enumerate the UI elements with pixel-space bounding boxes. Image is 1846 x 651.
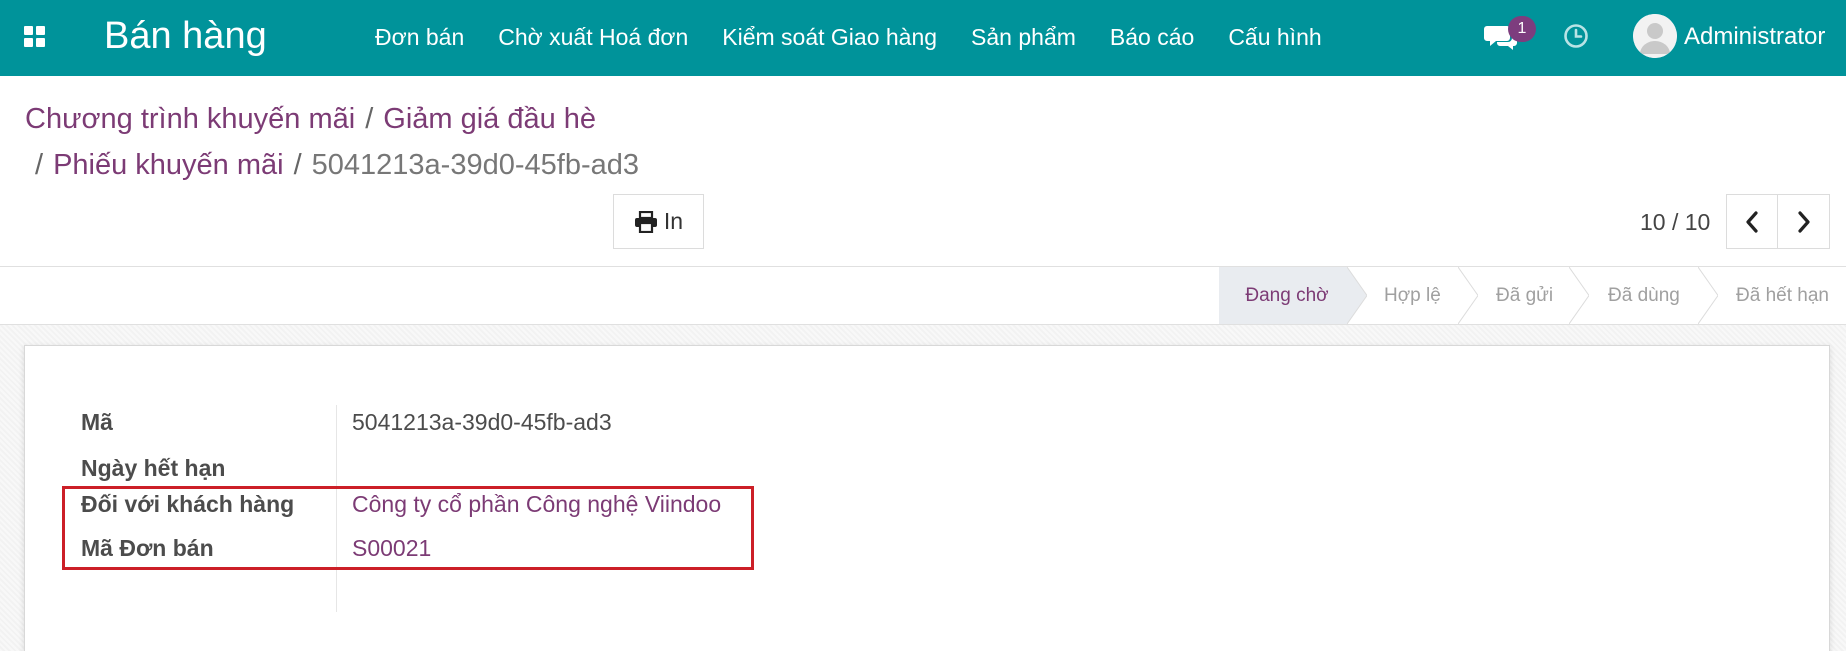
top-navbar: Bán hàng Đơn bán Chờ xuất Hoá đơn Kiểm s…: [0, 0, 1846, 76]
app-brand[interactable]: Bán hàng: [104, 12, 267, 60]
stage-sent[interactable]: Đã gửi: [1496, 267, 1553, 324]
breadcrumb: Chương trình khuyến mãi / Giảm giá đầu hè …: [25, 96, 725, 188]
user-menu[interactable]: Administrator: [1684, 22, 1825, 52]
menu-item-products[interactable]: Sản phẩm: [954, 22, 1093, 52]
menu-item-to-invoice[interactable]: Chờ xuất Hoá đơn: [481, 22, 705, 52]
print-label: In: [663, 208, 684, 234]
breadcrumb-promotion-programs[interactable]: Chương trình khuyến mãi: [25, 103, 355, 135]
field-label-expiration-date: Ngày hết hạn: [81, 455, 226, 481]
stage-pending[interactable]: Đang chờ: [1219, 267, 1347, 324]
menu-item-orders[interactable]: Đơn bán: [358, 22, 481, 52]
pager-next-button[interactable]: [1777, 194, 1830, 249]
pager-previous-button[interactable]: [1726, 194, 1778, 249]
apps-grid-icon[interactable]: [24, 26, 48, 50]
stage-arrow: [1347, 267, 1367, 324]
pager-value[interactable]: 10 / 10: [1640, 208, 1710, 236]
stage-arrow: [1458, 267, 1478, 324]
field-label-code: Mã: [81, 409, 113, 435]
clock-icon[interactable]: [1563, 23, 1589, 49]
main-menu: Đơn bán Chờ xuất Hoá đơn Kiểm soát Giao …: [358, 22, 1339, 52]
print-button[interactable]: In: [613, 194, 704, 249]
breadcrumb-current: 5041213a-39d0-45fb-ad3: [311, 149, 639, 181]
breadcrumb-separator: /: [365, 103, 374, 135]
user-avatar[interactable]: [1633, 14, 1677, 58]
menu-item-reports[interactable]: Báo cáo: [1093, 22, 1211, 52]
breadcrumb-summer-discount[interactable]: Giảm giá đầu hè: [383, 103, 596, 135]
stage-arrow: [1569, 267, 1589, 324]
breadcrumb-separator: /: [35, 149, 44, 181]
breadcrumb-separator: /: [293, 149, 302, 181]
stage-expired[interactable]: Đã hết hạn: [1736, 267, 1829, 324]
status-bar: Đang chờ Hợp lệ Đã gửi Đã dùng Đã hết hạ…: [0, 266, 1846, 325]
chat-badge: 1: [1508, 16, 1536, 42]
stage-used[interactable]: Đã dùng: [1608, 267, 1680, 324]
highlight-box: [62, 486, 754, 570]
printer-icon: [634, 210, 657, 233]
chevron-left-icon: [1746, 210, 1758, 233]
chevron-right-icon: [1797, 210, 1810, 233]
menu-item-delivery-control[interactable]: Kiểm soát Giao hàng: [705, 22, 954, 52]
stage-valid[interactable]: Hợp lệ: [1384, 267, 1441, 324]
avatar-icon: [1633, 14, 1677, 58]
menu-item-configuration[interactable]: Cấu hình: [1211, 22, 1338, 52]
breadcrumb-coupons[interactable]: Phiếu khuyến mãi: [53, 149, 284, 181]
stage-arrow: [1698, 267, 1718, 324]
field-value-code: 5041213a-39d0-45fb-ad3: [352, 409, 612, 435]
